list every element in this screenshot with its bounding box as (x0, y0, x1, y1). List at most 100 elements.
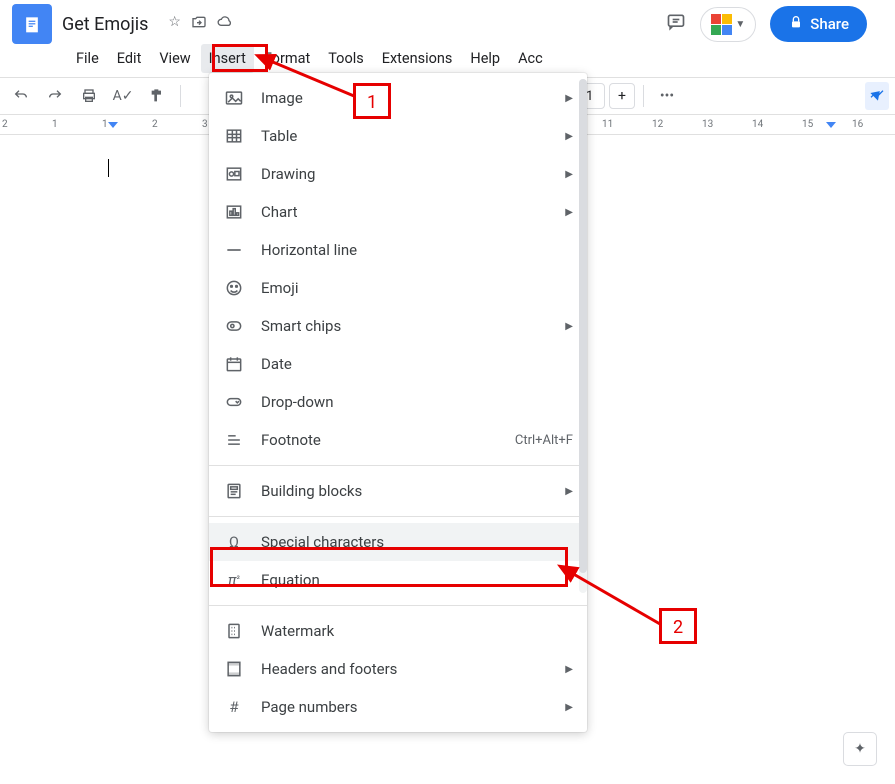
menu-help[interactable]: Help (462, 44, 508, 73)
drawing-icon (223, 163, 245, 185)
ruler-mark: 14 (752, 119, 802, 130)
menu-item-smart-chips[interactable]: Smart chips ▶ (209, 307, 587, 345)
comment-history-icon[interactable] (666, 12, 686, 37)
menu-item-headers-footers[interactable]: Headers and footers ▶ (209, 650, 587, 688)
spellcheck-button[interactable]: A✓ (108, 81, 138, 111)
document-title[interactable]: Get Emojis (62, 14, 148, 35)
submenu-arrow-icon: ▶ (565, 93, 573, 104)
menu-item-chart[interactable]: Chart ▶ (209, 193, 587, 231)
menu-accessibility[interactable]: Acc (510, 44, 551, 73)
menu-item-horizontal-line[interactable]: Horizontal line (209, 231, 587, 269)
menu-item-dropdown[interactable]: Drop-down (209, 383, 587, 421)
ruler-mark: 11 (602, 119, 652, 130)
menu-item-emoji[interactable]: Emoji (209, 269, 587, 307)
menu-item-date[interactable]: Date (209, 345, 587, 383)
menu-label: Drawing (261, 165, 549, 183)
ruler-mark: 12 (652, 119, 702, 130)
menu-label: Emoji (261, 279, 573, 297)
meet-button[interactable]: ▼ (700, 7, 756, 42)
menu-label: Headers and footers (261, 660, 549, 678)
menu-label: Footnote (261, 431, 499, 449)
ruler-mark: 15 (802, 119, 852, 130)
building-blocks-icon (223, 480, 245, 502)
dropdown-icon (223, 391, 245, 413)
print-button[interactable] (74, 81, 104, 111)
submenu-arrow-icon: ▶ (565, 169, 573, 180)
menu-label: Building blocks (261, 482, 549, 500)
table-icon (223, 125, 245, 147)
menu-edit[interactable]: Edit (109, 44, 150, 73)
menu-label: Drop-down (261, 393, 573, 411)
annotation-number: 2 (662, 611, 694, 643)
move-icon[interactable] (191, 14, 207, 34)
menu-item-footnote[interactable]: Footnote Ctrl+Alt+F (209, 421, 587, 459)
menu-bar: File Edit View Insert Format Tools Exten… (0, 40, 895, 77)
menu-item-building-blocks[interactable]: Building blocks ▶ (209, 472, 587, 510)
image-icon (223, 87, 245, 109)
title-icons: ☆ (168, 14, 233, 34)
watermark-icon (223, 620, 245, 642)
explore-button[interactable]: ✦ (843, 732, 877, 766)
share-button[interactable]: Share (770, 6, 867, 42)
submenu-arrow-icon: ▶ (565, 321, 573, 332)
undo-button[interactable] (6, 81, 36, 111)
annotation-label-2: 2 (659, 608, 697, 644)
submenu-arrow-icon: ▶ (565, 702, 573, 713)
menu-shortcut: Ctrl+Alt+F (515, 433, 573, 448)
title-bar: Get Emojis ☆ ▼ Share (0, 0, 895, 40)
annotation-arrow-2 (562, 566, 672, 631)
meet-icon (711, 14, 732, 35)
ruler-mark: 2 (2, 119, 52, 130)
menu-label: Date (261, 355, 573, 373)
menu-item-page-numbers[interactable]: # Page numbers ▶ (209, 688, 587, 726)
page-numbers-icon: # (223, 696, 245, 718)
ruler-mark: 2 (152, 119, 202, 130)
docs-logo-icon[interactable] (12, 4, 52, 44)
submenu-arrow-icon: ▶ (565, 486, 573, 497)
hide-menus-button[interactable] (865, 82, 889, 110)
ruler-mark: 1 (52, 119, 102, 130)
paint-format-button[interactable] (142, 81, 172, 111)
text-cursor (108, 159, 109, 177)
smart-chips-icon (223, 315, 245, 337)
menu-item-drawing[interactable]: Drawing ▶ (209, 155, 587, 193)
lock-icon (788, 14, 804, 34)
header-right-controls: ▼ Share (666, 6, 883, 42)
share-label: Share (810, 15, 849, 33)
menu-label: Table (261, 127, 549, 145)
menu-label: Smart chips (261, 317, 549, 335)
chart-icon (223, 201, 245, 223)
submenu-arrow-icon: ▶ (565, 664, 573, 675)
star-icon[interactable]: ☆ (168, 14, 181, 34)
menu-view[interactable]: View (151, 44, 198, 73)
emoji-icon (223, 277, 245, 299)
menu-file[interactable]: File (68, 44, 107, 73)
date-icon (223, 353, 245, 375)
annotation-number: 1 (356, 86, 388, 118)
menu-label: Chart (261, 203, 549, 221)
annotation-arrow-1 (262, 54, 362, 104)
more-toolbar-icon[interactable]: ••• (652, 81, 682, 111)
ruler-mark: 16 (852, 119, 895, 130)
cloud-status-icon[interactable] (217, 14, 233, 34)
menu-item-watermark[interactable]: Watermark (209, 612, 587, 650)
horizontal-line-icon (223, 239, 245, 261)
headers-footers-icon (223, 658, 245, 680)
menu-label: Horizontal line (261, 241, 573, 259)
submenu-arrow-icon: ▶ (565, 207, 573, 218)
annotation-box-special-chars (210, 547, 568, 587)
redo-button[interactable] (40, 81, 70, 111)
ruler-mark: 13 (702, 119, 752, 130)
submenu-arrow-icon: ▶ (565, 131, 573, 142)
menu-divider (209, 605, 587, 606)
menu-label: Page numbers (261, 698, 549, 716)
dropdown-scrollbar[interactable] (579, 79, 587, 593)
menu-extensions[interactable]: Extensions (374, 44, 461, 73)
footnote-icon (223, 429, 245, 451)
font-size-increase-button[interactable]: + (609, 83, 635, 109)
menu-label: Watermark (261, 622, 573, 640)
annotation-label-1: 1 (353, 83, 391, 119)
menu-item-table[interactable]: Table ▶ (209, 117, 587, 155)
menu-divider (209, 465, 587, 466)
annotation-box-insert (212, 44, 268, 72)
